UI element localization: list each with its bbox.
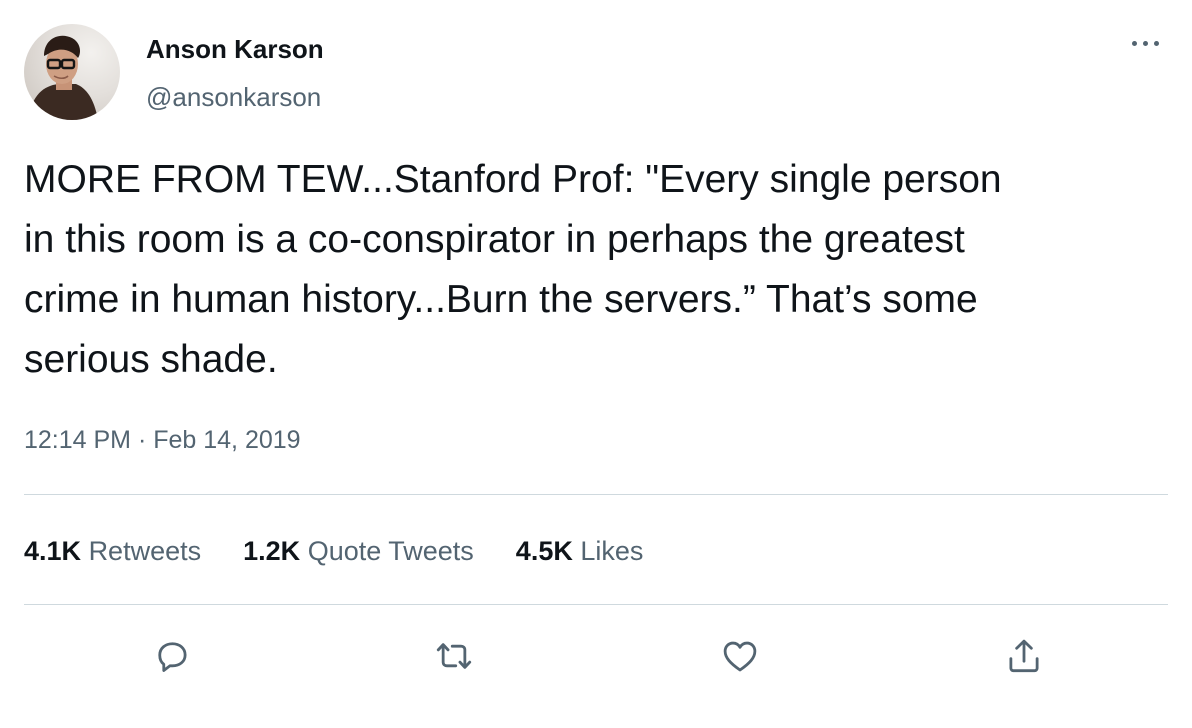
more-options-button[interactable] (1128, 30, 1164, 58)
retweets-label: Retweets (88, 536, 202, 566)
retweets-stat[interactable]: 4.1K Retweets (24, 536, 201, 567)
heart-icon (723, 641, 757, 672)
quote-tweets-stat[interactable]: 1.2K Quote Tweets (243, 536, 474, 567)
retweet-icon (436, 643, 472, 669)
avatar[interactable] (24, 24, 120, 120)
author-handle[interactable]: @ansonkarson (146, 82, 321, 113)
likes-label: Likes (580, 536, 644, 566)
divider (24, 494, 1168, 495)
engagement-stats: 4.1K Retweets 1.2K Quote Tweets 4.5K Lik… (24, 536, 685, 567)
reply-button[interactable] (148, 632, 196, 680)
more-dot-icon (1154, 41, 1159, 46)
retweet-button[interactable] (430, 632, 478, 680)
action-bar (0, 632, 1192, 682)
likes-count: 4.5K (515, 536, 573, 566)
retweets-count: 4.1K (24, 536, 82, 566)
quote-tweets-count: 1.2K (243, 536, 301, 566)
tweet-card: Anson Karson @ansonkarson MORE FROM TEW.… (0, 0, 1192, 728)
like-button[interactable] (716, 632, 764, 680)
tweet-text: MORE FROM TEW...Stanford Prof: "Every si… (24, 158, 1002, 381)
tweet-timestamp[interactable]: 12:14 PM · Feb 14, 2019 (24, 426, 301, 455)
quote-tweets-label: Quote Tweets (307, 536, 474, 566)
share-icon (1009, 639, 1039, 673)
divider (24, 604, 1168, 605)
more-dot-icon (1132, 41, 1137, 46)
more-dot-icon (1143, 41, 1148, 46)
reply-icon (158, 642, 187, 672)
likes-stat[interactable]: 4.5K Likes (516, 536, 644, 567)
avatar-photo (28, 35, 98, 120)
author-name[interactable]: Anson Karson (146, 34, 324, 65)
share-button[interactable] (1000, 632, 1048, 680)
